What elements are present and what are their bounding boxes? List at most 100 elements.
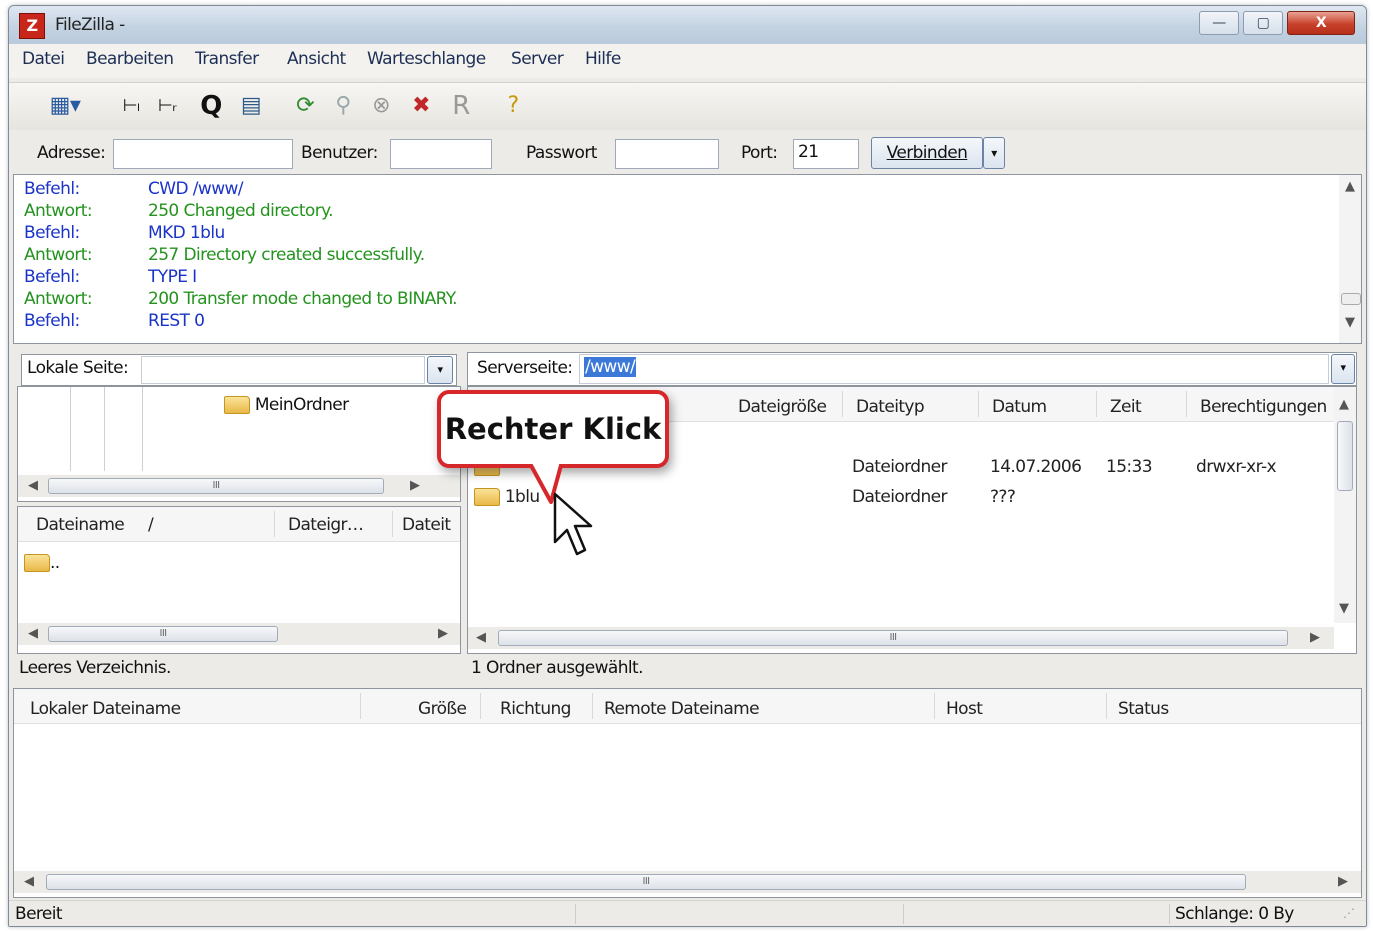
menu-warteschlange[interactable]: Warteschlange xyxy=(367,49,486,69)
title-bar: Z FileZilla - — ▢ X xyxy=(9,6,1366,44)
col-host[interactable]: Host xyxy=(946,699,983,719)
menu-ansicht[interactable]: Ansicht xyxy=(287,49,346,69)
scroll-right-icon[interactable]: ▶ xyxy=(1338,874,1348,889)
col-separator xyxy=(1106,693,1107,719)
remote-label: Serverseite: xyxy=(477,358,573,378)
col-berechtigungen[interactable]: Berechtigungen xyxy=(1200,397,1330,417)
col-separator xyxy=(392,511,393,537)
remote-path-selected-text: /www/ xyxy=(584,357,637,377)
connect-button[interactable]: Verbinden xyxy=(871,137,983,169)
local-path-input[interactable] xyxy=(141,356,425,384)
scroll-thumb[interactable]: III xyxy=(48,626,278,642)
scroll-left-icon[interactable]: ◀ xyxy=(24,874,34,889)
address-label: Adresse: xyxy=(37,143,106,163)
scroll-thumb[interactable]: III xyxy=(48,478,384,494)
scroll-thumb[interactable]: III xyxy=(46,874,1246,890)
scroll-left-icon[interactable]: ◀ xyxy=(28,478,38,493)
status-bar xyxy=(9,900,1366,926)
local-tree: MeinOrdner ◀ III ▶ xyxy=(17,386,461,502)
toggle-log-icon[interactable]: ⊢ₗ xyxy=(115,90,147,122)
toggle-queue-icon[interactable]: Q xyxy=(195,90,227,122)
scroll-up-icon[interactable]: ▲ xyxy=(1345,179,1355,194)
connect-dropdown-icon[interactable]: ▾ xyxy=(983,137,1005,169)
scroll-thumb[interactable] xyxy=(1341,293,1361,305)
scroll-down-icon[interactable]: ▼ xyxy=(1339,601,1349,616)
col-zeit[interactable]: Zeit xyxy=(1110,397,1142,417)
tree-item-meinordner[interactable]: MeinOrdner xyxy=(224,395,349,415)
help-icon[interactable]: ? xyxy=(497,90,529,122)
local-list-hscroll[interactable]: ◀ III ▶ xyxy=(18,623,460,645)
cell-date: 14.07.2006 xyxy=(990,457,1082,477)
cell-type: Dateiordner xyxy=(852,457,947,477)
scroll-right-icon[interactable]: ▶ xyxy=(410,478,420,493)
remote-path-input[interactable]: /www/ xyxy=(579,354,1329,384)
tree-guide xyxy=(142,387,143,471)
col-groesse[interactable]: Größe xyxy=(418,699,467,719)
list-item[interactable]: .. xyxy=(24,553,60,573)
local-status: Leeres Verzeichnis. xyxy=(19,658,171,678)
local-path-dropdown-icon[interactable]: ▾ xyxy=(427,356,453,384)
col-richtung[interactable]: Richtung xyxy=(500,699,571,719)
password-input[interactable] xyxy=(615,139,719,169)
address-input[interactable] xyxy=(113,139,293,169)
callout-bubble: Rechter Klick xyxy=(437,390,669,468)
menu-datei[interactable]: Datei xyxy=(22,49,65,69)
queue-hscroll[interactable]: ◀ III ▶ xyxy=(14,871,1361,893)
remote-status: 1 Ordner ausgewählt. xyxy=(471,658,644,678)
filezilla-window: Z FileZilla - — ▢ X Datei Bearbeiten Tra… xyxy=(8,5,1367,927)
menu-bearbeiten[interactable]: Bearbeiten xyxy=(86,49,174,69)
col-dateityp[interactable]: Dateit xyxy=(402,515,451,535)
mouse-cursor-icon xyxy=(553,492,593,556)
window-title: FileZilla - xyxy=(55,15,125,35)
col-dateigroesse[interactable]: Dateigr… xyxy=(288,515,364,535)
remote-path-dropdown-icon[interactable]: ▾ xyxy=(1331,354,1355,384)
menu-transfer[interactable]: Transfer xyxy=(195,49,259,69)
scroll-right-icon[interactable]: ▶ xyxy=(438,626,448,641)
disconnect-icon[interactable]: ✖ xyxy=(405,90,437,122)
col-dateigroesse[interactable]: Dateigröße xyxy=(738,397,827,417)
col-status[interactable]: Status xyxy=(1118,699,1169,719)
menu-hilfe[interactable]: Hilfe xyxy=(585,49,621,69)
status-separator xyxy=(575,904,576,924)
user-input[interactable] xyxy=(390,139,492,169)
local-tree-hscroll[interactable]: ◀ III ▶ xyxy=(18,475,460,497)
scroll-left-icon[interactable]: ◀ xyxy=(476,630,486,645)
log-line: Antwort: 250 Changed directory. xyxy=(24,201,334,221)
maximize-button[interactable]: ▢ xyxy=(1243,11,1283,35)
port-input[interactable]: 21 xyxy=(793,139,859,169)
cell-time: 15:33 xyxy=(1106,457,1153,477)
scroll-up-icon[interactable]: ▲ xyxy=(1339,397,1349,412)
cancel-icon[interactable]: ⊗ xyxy=(365,90,397,122)
scroll-down-icon[interactable]: ▼ xyxy=(1345,315,1355,330)
scroll-left-icon[interactable]: ◀ xyxy=(28,626,38,641)
scroll-right-icon[interactable]: ▶ xyxy=(1310,630,1320,645)
close-button[interactable]: X xyxy=(1287,11,1355,35)
col-separator xyxy=(978,391,979,417)
scroll-thumb[interactable] xyxy=(1337,421,1353,491)
queue-view-icon[interactable]: ▤ xyxy=(235,90,267,122)
resize-grip-icon[interactable]: ⋰ xyxy=(1343,906,1355,920)
col-dateityp[interactable]: Dateityp xyxy=(856,397,925,417)
status-separator xyxy=(1169,904,1170,924)
toggle-tree-icon[interactable]: ⊢ᵣ xyxy=(151,90,183,122)
local-label: Lokale Seite: xyxy=(27,358,129,378)
log-line: Befehl: TYPE I xyxy=(24,267,197,287)
scroll-thumb[interactable]: III xyxy=(498,630,1288,646)
site-manager-icon[interactable]: ▦▾ xyxy=(39,90,91,122)
reconnect-icon[interactable]: R xyxy=(445,90,477,122)
filter-icon[interactable]: ⚲ xyxy=(327,90,359,122)
col-dateiname[interactable]: Dateiname xyxy=(36,515,125,535)
col-separator xyxy=(934,693,935,719)
remote-vscroll[interactable]: ▲ ▼ xyxy=(1334,387,1356,623)
refresh-icon[interactable]: ⟳ xyxy=(289,90,321,122)
col-lokaler-dateiname[interactable]: Lokaler Dateiname xyxy=(30,699,181,719)
log-line: Befehl: REST 0 xyxy=(24,311,205,331)
col-remote-dateiname[interactable]: Remote Dateiname xyxy=(604,699,760,719)
minimize-button[interactable]: — xyxy=(1199,11,1239,35)
message-log: Befehl: CWD /www/ Antwort: 250 Changed dir… xyxy=(13,174,1362,344)
remote-list-hscroll[interactable]: ◀ III ▶ xyxy=(468,627,1334,649)
col-datum[interactable]: Datum xyxy=(992,397,1047,417)
col-separator xyxy=(360,693,361,719)
log-scrollbar[interactable]: ▲ ▼ xyxy=(1339,175,1361,343)
menu-server[interactable]: Server xyxy=(511,49,564,69)
